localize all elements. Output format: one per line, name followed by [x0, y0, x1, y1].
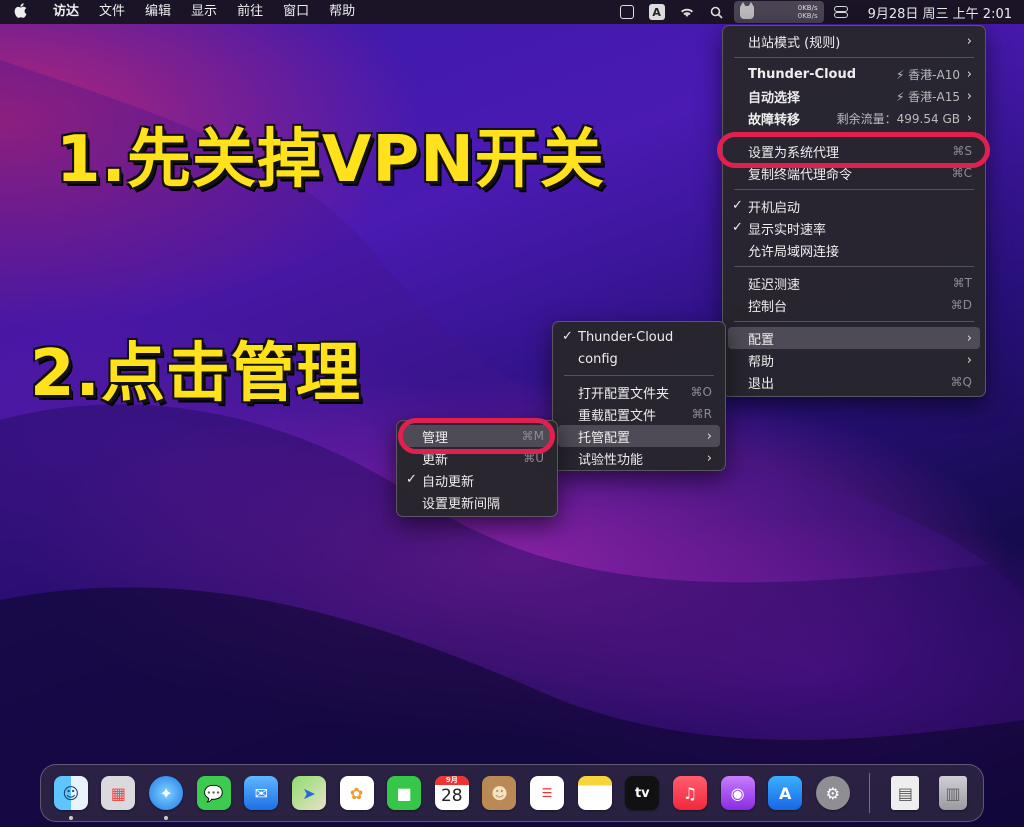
finder-icon: ☺ [53, 776, 88, 810]
dock-podcasts[interactable]: ◉ [714, 769, 762, 817]
control-center-icon[interactable] [828, 2, 854, 22]
menu-file[interactable]: 文件 [89, 0, 135, 24]
clash-cat-icon [739, 1, 754, 19]
calendar-icon: 9月 28 [434, 776, 469, 810]
dock-photos[interactable]: ✿ [333, 769, 381, 817]
clash-speed: 0KB/s 0KB/s [797, 4, 818, 20]
menubar-clock[interactable]: 9月28日 周三 上午 2:01 [868, 3, 1012, 22]
dock-downloads[interactable]: ▤ [882, 769, 930, 817]
dock-calendar[interactable]: 9月 28 [428, 769, 476, 817]
reminders-icon: ☰ [530, 776, 565, 810]
clash-main-menu: 出站模式 (规则) › Thunder-Cloud ⚡ 香港-A10 › 自动选择 ⚡ … [722, 25, 986, 397]
dock-messages[interactable]: 💬 [190, 769, 238, 817]
dock-system-preferences[interactable]: ⚙ [809, 769, 857, 817]
dock-finder[interactable]: ☺ [47, 769, 95, 820]
safari-icon: ✦ [149, 776, 184, 810]
menu-edit[interactable]: 编辑 [135, 0, 181, 24]
menu-item-proxy-auto[interactable]: 自动选择 ⚡ 香港-A15 › [728, 85, 980, 107]
menu-item-profile-config[interactable]: config [558, 348, 720, 370]
menu-item-dashboard[interactable]: 控制台 ⌘D [728, 294, 980, 316]
apple-menu-icon[interactable] [0, 2, 43, 22]
managed-config-submenu: 管理 ⌘M 更新 ⌘U ✓ 自动更新 设置更新间隔 [396, 420, 558, 517]
checkmark-icon: ✓ [406, 472, 417, 487]
downloads-document-icon: ▤ [891, 776, 920, 810]
launchpad-icon: ▦ [101, 776, 136, 810]
menu-bar: 访达 文件 编辑 显示 前往 窗口 帮助 A 0KB/s 0KB/s 9月28日… [0, 0, 1024, 24]
notes-icon [577, 776, 612, 810]
menu-item-proxy-thunder[interactable]: Thunder-Cloud ⚡ 香港-A10 › [728, 63, 980, 85]
caption-step1: 1.先关掉VPN开关 [56, 123, 605, 197]
menu-item-proxy-failover[interactable]: 故障转移 剩余流量：499.54 GB › [728, 107, 980, 129]
dock-separator [868, 773, 870, 813]
dock-notes[interactable] [571, 769, 619, 817]
messages-icon: 💬 [196, 776, 231, 810]
menu-help[interactable]: 帮助 [319, 0, 365, 24]
menu-item-manage[interactable]: 管理 ⌘M [402, 425, 552, 447]
menu-item-outbound-mode[interactable]: 出站模式 (规则) › [728, 30, 980, 52]
app-store-icon: A [768, 776, 803, 810]
menu-view[interactable]: 显示 [181, 0, 227, 24]
menu-item-open-config-folder[interactable]: 打开配置文件夹 ⌘O [558, 381, 720, 403]
menu-item-experimental[interactable]: 试验性功能 › [558, 447, 720, 469]
checkmark-icon: ✓ [562, 329, 573, 344]
menu-item-allow-lan[interactable]: 允许局域网连接 [728, 239, 980, 261]
menu-item-quit[interactable]: 退出 ⌘Q [728, 371, 980, 393]
dock-facetime[interactable]: ■ [380, 769, 428, 817]
menu-item-auto-update[interactable]: ✓ 自动更新 [402, 469, 552, 491]
apple-tv-icon: tv [625, 776, 660, 810]
menu-item-show-speed[interactable]: ✓ 显示实时速率 [728, 217, 980, 239]
dock-reminders[interactable]: ☰ [523, 769, 571, 817]
mail-icon: ✉ [244, 776, 279, 810]
dock-app-store[interactable]: A [761, 769, 809, 817]
screen-mirroring-icon[interactable] [614, 2, 640, 22]
checkmark-icon: ✓ [732, 198, 743, 213]
wifi-icon[interactable] [674, 2, 700, 22]
facetime-icon: ■ [387, 776, 422, 810]
trash-icon: ▥ [939, 776, 968, 810]
input-source-icon[interactable]: A [644, 2, 670, 22]
menu-item-start-on-boot[interactable]: ✓ 开机启动 [728, 195, 980, 217]
menu-item-latency-test[interactable]: 延迟测速 ⌘T [728, 272, 980, 294]
dock-launchpad[interactable]: ▦ [95, 769, 143, 817]
menu-item-update-interval[interactable]: 设置更新间隔 [402, 491, 552, 513]
dock-mail[interactable]: ✉ [238, 769, 286, 817]
menu-item-managed-config[interactable]: 托管配置 › [558, 425, 720, 447]
caption-step2: 2.点击管理 [30, 337, 361, 411]
config-submenu: ✓ Thunder-Cloud config 打开配置文件夹 ⌘O 重载配置文件 ⌘R… [552, 321, 726, 471]
dock-safari[interactable]: ✦ [142, 769, 190, 820]
dock-music[interactable]: ♫ [666, 769, 714, 817]
checkmark-icon: ✓ [732, 220, 743, 235]
menu-item-set-system-proxy[interactable]: 设置为系统代理 ⌘S [728, 140, 980, 162]
dock-contacts[interactable]: ☻ [476, 769, 524, 817]
menu-window[interactable]: 窗口 [273, 0, 319, 24]
menu-item-copy-terminal[interactable]: 复制终端代理命令 ⌘C [728, 162, 980, 184]
dock-maps[interactable]: ➤ [285, 769, 333, 817]
menu-item-reload-config[interactable]: 重载配置文件 ⌘R [558, 403, 720, 425]
clash-status-item[interactable]: 0KB/s 0KB/s [733, 1, 824, 23]
photos-icon: ✿ [339, 776, 374, 810]
menu-item-help[interactable]: 帮助 › [728, 349, 980, 371]
spotlight-search-icon[interactable] [704, 2, 730, 22]
maps-icon: ➤ [291, 776, 326, 810]
menu-go[interactable]: 前往 [227, 0, 273, 24]
system-preferences-gear-icon: ⚙ [815, 776, 850, 810]
dock: ☺ ▦ ✦ 💬 ✉ ➤ ✿ ■ 9月 28 ☻ ☰ tv ♫ ◉ A ⚙ ▤ ▥ [40, 764, 984, 822]
menu-item-update[interactable]: 更新 ⌘U [402, 447, 552, 469]
menu-item-profile-thunder[interactable]: ✓ Thunder-Cloud [558, 326, 720, 348]
dock-appletv[interactable]: tv [619, 769, 667, 817]
podcasts-icon: ◉ [720, 776, 755, 810]
menu-item-config[interactable]: 配置 › [728, 327, 980, 349]
music-icon: ♫ [672, 776, 707, 810]
dock-trash[interactable]: ▥ [929, 769, 977, 817]
contacts-icon: ☻ [482, 776, 517, 810]
menu-finder[interactable]: 访达 [43, 0, 89, 24]
